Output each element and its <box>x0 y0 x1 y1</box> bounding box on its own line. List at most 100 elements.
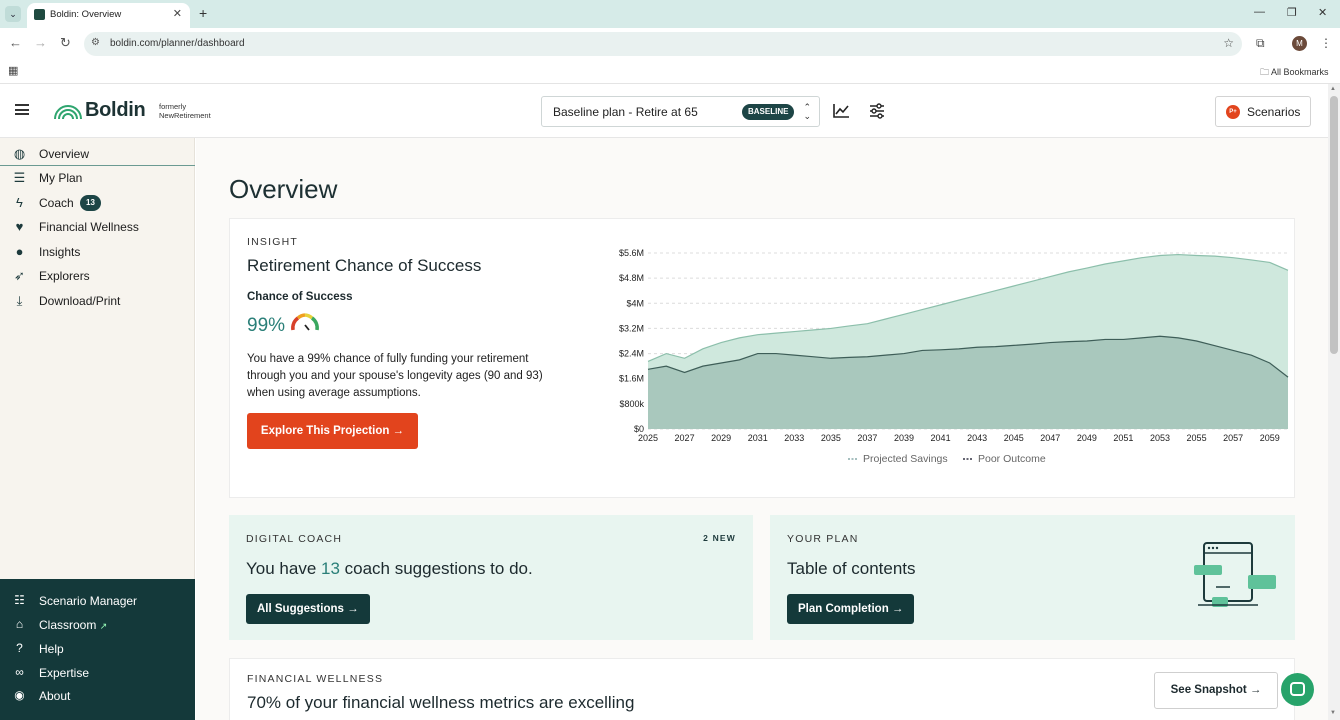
sidebar-item-explorers[interactable]: ➶ Explorers <box>0 264 195 288</box>
browser-tab[interactable]: Boldin: Overview ✕ <box>27 3 190 28</box>
x-tick-label: 2031 <box>748 433 768 443</box>
new-tab-icon[interactable]: + <box>199 5 207 21</box>
sidebar-item-about[interactable]: ◉ About <box>0 685 195 707</box>
scenarios-button[interactable]: P+ Scenarios <box>1215 96 1311 127</box>
main-content: Overview INSIGHT Retirement Chance of Su… <box>196 138 1328 720</box>
sidebar-item-expertise[interactable]: ∞ Expertise <box>0 662 195 684</box>
classroom-label: Classroom <box>39 618 97 632</box>
sidebar-item-classroom[interactable]: ⌂ Classroom ↗ <box>0 614 195 636</box>
formerly-line1: formerly <box>159 102 187 111</box>
plan-completion-button[interactable]: Plan Completion → <box>787 594 915 624</box>
lightning-icon: ϟ <box>16 195 23 210</box>
chat-button[interactable] <box>1281 673 1314 706</box>
wellness-eyebrow: FINANCIAL WELLNESS <box>247 673 384 685</box>
sidebar-item-financial-wellness[interactable]: ♥ Financial Wellness <box>0 215 195 239</box>
scroll-up-icon[interactable]: ▲ <box>1330 86 1336 92</box>
x-tick-label: 2033 <box>784 433 804 443</box>
sidebar-item-label: Coach <box>39 196 74 210</box>
y-tick-label: $5.6M <box>619 248 644 258</box>
tab-search-icon[interactable]: ⌄ <box>5 6 21 22</box>
explore-projection-button[interactable]: Explore This Projection → <box>247 413 418 449</box>
chart-trend-icon[interactable] <box>832 103 850 119</box>
page-title: Overview <box>229 174 338 204</box>
all-suggestions-button[interactable]: All Suggestions → <box>246 594 370 624</box>
chance-of-success-label: Chance of Success <box>247 291 353 303</box>
sidebar-item-label: About <box>39 689 71 703</box>
plan-eyebrow: YOUR PLAN <box>787 533 859 545</box>
x-tick-label: 2057 <box>1223 433 1243 443</box>
y-tick-label: $4M <box>626 298 644 308</box>
favicon-icon <box>34 9 45 20</box>
scrollbar-thumb[interactable] <box>1330 96 1338 354</box>
tab-close-icon[interactable]: ✕ <box>173 7 182 20</box>
coach-headline-before: You have <box>246 559 321 578</box>
x-tick-label: 2055 <box>1187 433 1207 443</box>
sidebar-item-label: Download/Print <box>39 294 121 308</box>
checklist-icon: ☰ <box>13 170 26 185</box>
graduation-cap-icon: ⌂ <box>15 617 24 631</box>
formerly-line2: NewRetirement <box>159 111 211 120</box>
see-snapshot-button[interactable]: See Snapshot → <box>1154 672 1278 709</box>
updown-caret-icon: ⌃ ⌄ <box>803 102 811 121</box>
y-tick-label: $2.4M <box>619 349 644 359</box>
sidebar-item-download-print[interactable]: ⤓ Download/Print <box>0 289 195 313</box>
sidebar-item-label: Scenario Manager <box>39 594 138 608</box>
bookmark-star-icon[interactable]: ☆ <box>1223 36 1234 50</box>
x-tick-label: 2027 <box>675 433 695 443</box>
wellness-headline: 70% of your financial wellness metrics a… <box>247 693 635 712</box>
url-text: boldin.com/planner/dashboard <box>110 38 245 49</box>
sidebar-item-overview[interactable]: ◍ Overview <box>0 142 195 166</box>
extensions-icon[interactable]: ⧉ <box>1256 36 1265 51</box>
close-window-icon[interactable]: ✕ <box>1318 6 1327 19</box>
brand-name: Boldin <box>85 99 146 121</box>
apps-grid-icon[interactable]: ▦ <box>8 64 18 77</box>
chance-of-success-value: 99% <box>247 315 286 336</box>
heartbeat-icon: ♥ <box>15 219 24 234</box>
x-tick-label: 2043 <box>967 433 987 443</box>
settings-sliders-icon[interactable] <box>868 103 886 119</box>
scroll-down-icon[interactable]: ▼ <box>1330 710 1336 716</box>
browser-tab-bar: ⌄ Boldin: Overview ✕ + — ❐ ✕ <box>0 0 1340 28</box>
x-tick-label: 2039 <box>894 433 914 443</box>
sidebar-item-label: My Plan <box>39 171 83 185</box>
site-info-icon[interactable]: ⚙ <box>91 37 100 48</box>
sidebar-item-insights[interactable]: ● Insights <box>0 240 195 264</box>
x-tick-label: 2025 <box>638 433 658 443</box>
insight-eyebrow: INSIGHT <box>247 236 298 248</box>
digital-coach-card: DIGITAL COACH 2 NEW You have 13 coach su… <box>229 515 753 640</box>
coach-count-badge: 13 <box>80 195 101 211</box>
all-bookmarks[interactable]: 🗀 All Bookmarks <box>1260 65 1329 81</box>
page-scrollbar[interactable]: ▲ ▼ <box>1328 84 1340 720</box>
sidebar-item-my-plan[interactable]: ☰ My Plan <box>0 166 195 190</box>
x-tick-label: 2049 <box>1077 433 1097 443</box>
boldin-logo-icon <box>54 105 82 119</box>
restore-icon[interactable]: ❐ <box>1287 6 1297 19</box>
forward-icon[interactable]: → <box>34 35 47 50</box>
coach-headline-after: coach suggestions to do. <box>339 559 533 578</box>
y-tick-label: $4.8M <box>619 273 644 283</box>
download-icon: ⤓ <box>16 293 23 308</box>
url-field[interactable]: ⚙ boldin.com/planner/dashboard ☆ <box>84 32 1242 56</box>
address-bar-row: ← → ↻ ⚙ boldin.com/planner/dashboard ☆ ⧉… <box>0 28 1340 60</box>
hamburger-menu-icon[interactable] <box>15 104 29 115</box>
plan-selector[interactable]: Baseline plan - Retire at 65 BASELINE ⌃ ⌄ <box>541 96 820 127</box>
x-tick-label: 2035 <box>821 433 841 443</box>
browser-menu-icon[interactable]: ⋮ <box>1320 36 1332 50</box>
sidebar-item-scenario-manager[interactable]: ☷ Scenario Manager <box>0 590 195 612</box>
back-icon[interactable]: ← <box>9 35 22 50</box>
reload-icon[interactable]: ↻ <box>60 35 71 51</box>
minimize-icon[interactable]: — <box>1254 6 1265 18</box>
sidebar-item-label: Financial Wellness <box>39 220 139 234</box>
glasses-icon: ∞ <box>15 665 24 679</box>
projection-chart: $0$800k$1.6M$2.4M$3.2M$4M$4.8M$5.6M2025 2… <box>619 248 1289 465</box>
sidebar-item-label: Insights <box>39 245 81 259</box>
y-tick-label: $800k <box>619 399 644 409</box>
coach-eyebrow: DIGITAL COACH <box>246 533 343 545</box>
sidebar: ◍ Overview ☰ My Plan ϟ Coach 13 ♥ Financ… <box>0 138 195 579</box>
profile-avatar[interactable]: M <box>1292 36 1307 51</box>
sidebar-item-help[interactable]: ? Help <box>0 638 195 660</box>
legend-label: Projected Savings <box>863 453 948 465</box>
x-tick-label: 2037 <box>857 433 877 443</box>
sidebar-item-coach[interactable]: ϟ Coach 13 <box>0 191 195 215</box>
sidebar-item-label: Expertise <box>39 666 90 680</box>
